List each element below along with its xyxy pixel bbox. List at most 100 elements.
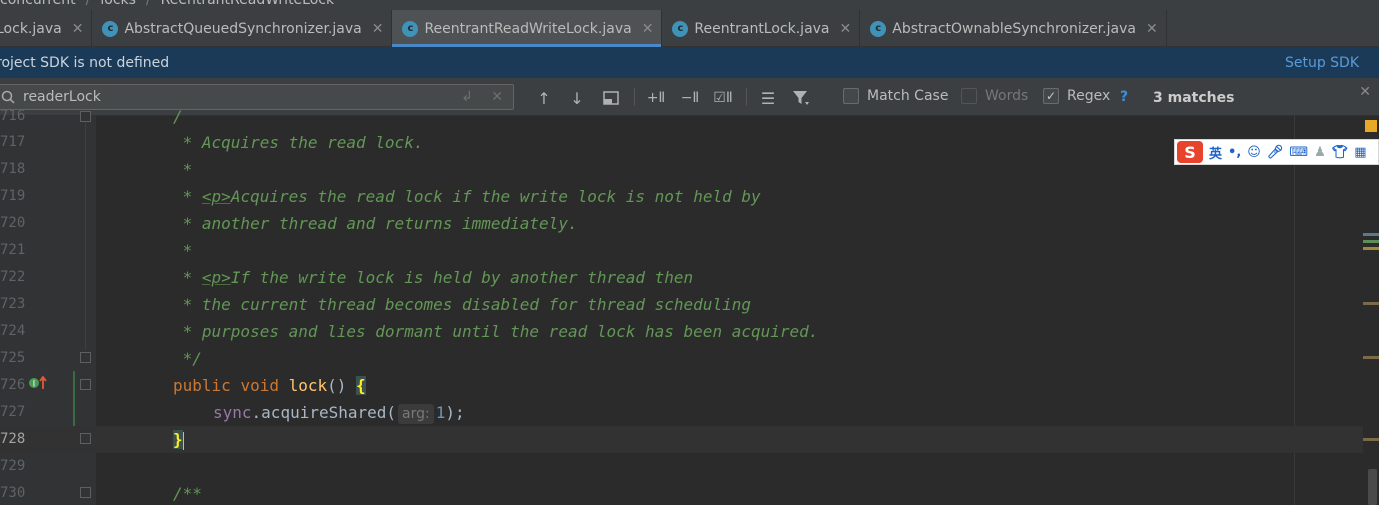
checkbox-box[interactable]: [843, 88, 859, 104]
number-literal: 1: [435, 403, 446, 422]
dot: .: [251, 403, 262, 422]
emoji-icon[interactable]: ☺: [1247, 145, 1261, 160]
text-cursor: [182, 431, 184, 450]
code-line[interactable]: 722 * <p>If the write lock is held by an…: [0, 264, 1367, 291]
code-editor[interactable]: 716 / 717 * Acquires the read lock. 718 …: [0, 107, 1379, 505]
code-line[interactable]: 727 sync.acquireShared(arg: 1);: [0, 399, 1367, 426]
breadcrumb-item[interactable]: ReentrantReadWriteLock: [161, 0, 334, 8]
close-icon[interactable]: ✕: [840, 21, 852, 37]
tab-reentrant-lock[interactable]: c ReentrantLock.java ✕: [662, 10, 861, 47]
close-find-bar-icon[interactable]: ✕: [1359, 84, 1371, 100]
code-line[interactable]: 729: [0, 453, 1367, 480]
breadcrumb-item[interactable]: locks: [100, 0, 136, 8]
tab-abstract-ownable-synchronizer[interactable]: c AbstractOwnableSynchronizer.java ✕: [860, 10, 1167, 47]
code-line[interactable]: 723 * the current thread becomes disable…: [0, 291, 1367, 318]
warning-indicator-icon[interactable]: [1365, 120, 1377, 132]
stripe-mark[interactable]: [1363, 302, 1379, 305]
words-label: Words: [985, 88, 1029, 104]
ime-toolbar[interactable]: S 英 •, ☺ 🎤︎ ⌨ ♟ 👕︎ ▦: [1174, 139, 1379, 165]
skin-icon[interactable]: 👕︎: [1332, 145, 1349, 160]
tab-reentrant-read-write-lock[interactable]: c ReentrantReadWriteLock.java ✕: [392, 10, 663, 47]
code-line[interactable]: 725 */: [0, 345, 1367, 372]
fold-icon[interactable]: [80, 433, 91, 444]
code-text: sync.acquireShared(arg: 1);: [213, 399, 465, 426]
checkbox-box[interactable]: [961, 88, 977, 104]
regex-label: Regex: [1067, 88, 1111, 104]
code-text: * another thread and returns immediately…: [173, 214, 578, 233]
code-text: * Acquires the read lock.: [173, 133, 424, 152]
keyboard-icon[interactable]: ⌨: [1289, 145, 1308, 160]
code-line[interactable]: 719 * <p>Acquires the read lock if the w…: [0, 183, 1367, 210]
class-icon: c: [870, 20, 887, 37]
tab-label: ReentrantLock.java: [694, 20, 830, 37]
close-icon[interactable]: ✕: [642, 21, 654, 37]
match-case-checkbox[interactable]: Match Case: [843, 88, 948, 104]
paren: );: [445, 403, 465, 422]
line-number: 722: [0, 269, 26, 285]
error-stripe[interactable]: [1363, 116, 1379, 505]
words-checkbox[interactable]: Words: [961, 88, 1028, 104]
tab-lock-java[interactable]: Lock.java ✕: [0, 10, 93, 47]
code-line[interactable]: 717 * Acquires the read lock.: [0, 129, 1367, 156]
stripe-mark[interactable]: [1363, 438, 1379, 441]
user-icon[interactable]: ♟: [1314, 145, 1326, 160]
code-line[interactable]: 730 /**: [0, 480, 1367, 505]
grid-icon[interactable]: ▦: [1354, 145, 1366, 160]
fold-icon[interactable]: [80, 487, 91, 498]
parens: (): [327, 376, 357, 395]
current-code-line[interactable]: 728 }: [0, 426, 1367, 453]
stripe-mark[interactable]: [1363, 356, 1379, 359]
fold-icon[interactable]: [80, 379, 91, 390]
code-line[interactable]: 721 *: [0, 237, 1367, 264]
close-icon[interactable]: ✕: [372, 21, 384, 37]
code-text: */: [173, 349, 202, 368]
method-name: lock: [288, 376, 328, 395]
code-text: public void lock() {: [173, 372, 366, 399]
code-text: /**: [173, 484, 202, 503]
scrollbar-thumb[interactable]: [1368, 469, 1377, 505]
editor-tabs: Lock.java ✕ c AbstractQueuedSynchronizer…: [0, 10, 1379, 47]
line-number: 724: [0, 323, 26, 339]
tab-abstract-queued-synchronizer[interactable]: c AbstractQueuedSynchronizer.java ✕: [92, 10, 393, 47]
line-number: 730: [0, 485, 26, 501]
stripe-mark[interactable]: [1363, 233, 1379, 236]
checkmark-icon[interactable]: ✓: [1043, 88, 1059, 104]
search-icon[interactable]: [1, 90, 15, 104]
paren: (: [386, 403, 397, 422]
stripe-mark[interactable]: [1363, 240, 1379, 243]
keyword: public: [173, 376, 231, 395]
regex-checkbox[interactable]: ✓ Regex: [1043, 88, 1110, 104]
keyword: void: [240, 376, 279, 395]
code-text: *: [173, 160, 193, 179]
close-icon[interactable]: ✕: [72, 21, 84, 37]
breadcrumb: concurrent / locks / ReentrantReadWriteL…: [0, 0, 1379, 10]
code-text: * the current thread becomes disabled fo…: [173, 295, 751, 314]
setup-sdk-link[interactable]: Setup SDK: [1285, 55, 1359, 71]
code-line[interactable]: 716 /: [0, 103, 1367, 130]
language-toggle[interactable]: 英: [1209, 143, 1222, 162]
code-text: /: [173, 107, 183, 126]
code-line[interactable]: 720 * another thread and returns immedia…: [0, 210, 1367, 237]
brace-match: {: [356, 376, 366, 395]
doc-text: If the write lock is held by another thr…: [230, 268, 694, 287]
code-text: * <p>Acquires the read lock if the write…: [173, 183, 761, 210]
line-number: 716: [0, 108, 26, 124]
fold-icon[interactable]: [80, 111, 91, 122]
ime-logo[interactable]: S: [1177, 141, 1203, 163]
match-case-label: Match Case: [867, 88, 949, 104]
code-line[interactable]: 718 *: [0, 156, 1367, 183]
breadcrumb-item[interactable]: concurrent: [0, 0, 76, 8]
stripe-mark[interactable]: [1363, 247, 1379, 250]
microphone-icon[interactable]: 🎤︎: [1267, 145, 1284, 160]
line-number: 720: [0, 215, 26, 231]
punctuation-toggle[interactable]: •,: [1228, 145, 1241, 160]
fold-icon[interactable]: [80, 352, 91, 363]
code-line[interactable]: 726 public void lock() {: [0, 372, 1367, 399]
tab-label: AbstractOwnableSynchronizer.java: [892, 20, 1136, 37]
code-text: *: [173, 241, 193, 260]
implements-icon[interactable]: I: [28, 375, 50, 395]
field-name: sync: [213, 403, 252, 422]
doc-text: Acquires the read lock if the write lock…: [230, 187, 761, 206]
close-icon[interactable]: ✕: [1146, 21, 1158, 37]
code-line[interactable]: 724 * purposes and lies dormant until th…: [0, 318, 1367, 345]
